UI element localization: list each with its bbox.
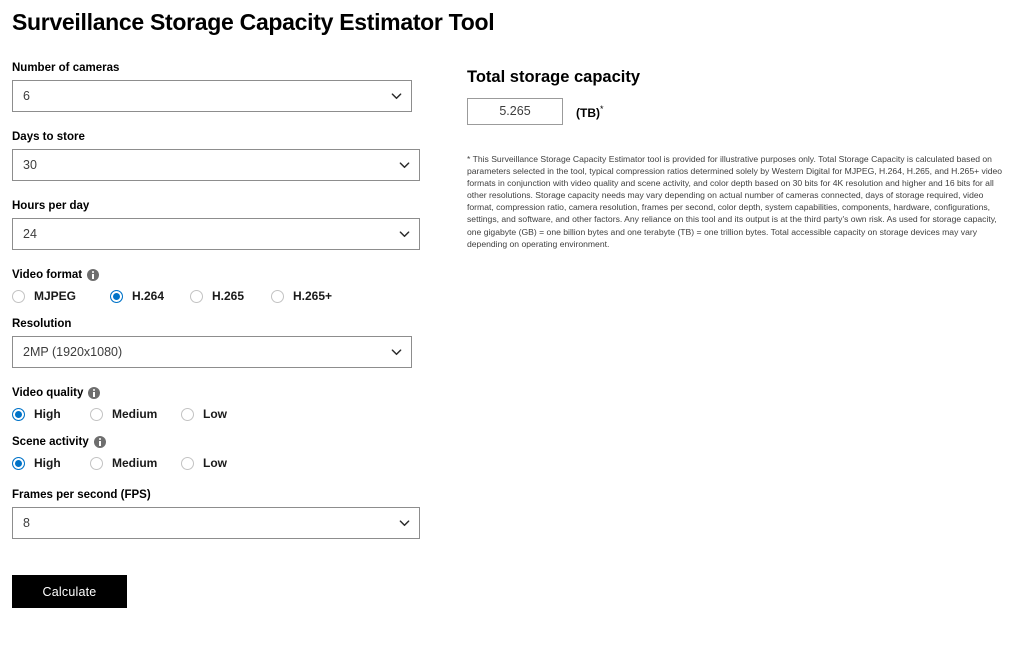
label-frames-per-second: Frames per second (FPS) bbox=[12, 488, 412, 502]
select-days-to-store[interactable]: 30 bbox=[12, 149, 420, 181]
radio-dot-selected[interactable] bbox=[12, 456, 25, 470]
field-video-quality: Video quality High Medium Low bbox=[12, 386, 412, 421]
select-hours-per-day[interactable]: 24 bbox=[12, 218, 420, 250]
select-frames-per-second[interactable]: 8 bbox=[12, 507, 420, 539]
info-icon[interactable] bbox=[87, 269, 100, 281]
radio-option-mjpeg[interactable]: MJPEG bbox=[12, 289, 110, 303]
radio-dot-selected[interactable] bbox=[110, 289, 123, 303]
chevron-down-icon bbox=[399, 160, 410, 171]
radio-dot[interactable] bbox=[181, 456, 194, 470]
radio-group-scene-activity: High Medium Low bbox=[12, 456, 412, 470]
field-resolution: Resolution 2MP (1920x1080) bbox=[12, 317, 412, 368]
calculate-button[interactable]: Calculate bbox=[12, 575, 127, 608]
field-days-to-store: Days to store 30 bbox=[12, 130, 420, 181]
disclaimer-text: * This Surveillance Storage Capacity Est… bbox=[467, 154, 1003, 249]
info-icon[interactable] bbox=[88, 387, 101, 399]
label-text: Resolution bbox=[12, 318, 72, 330]
result-panel: Total storage capacity 5.265 (TB)* * Thi… bbox=[412, 61, 1012, 250]
label-resolution: Resolution bbox=[12, 317, 412, 331]
field-hours-per-day: Hours per day 24 bbox=[12, 199, 420, 250]
radio-dot[interactable] bbox=[90, 456, 103, 470]
label-video-format: Video format bbox=[12, 268, 412, 282]
label-text: Video quality bbox=[12, 387, 84, 399]
chevron-down-icon bbox=[391, 91, 402, 102]
result-unit: (TB)* bbox=[576, 104, 604, 120]
radio-option-h265plus[interactable]: H.265+ bbox=[271, 289, 332, 303]
chevron-down-icon bbox=[399, 518, 410, 529]
radio-option-quality-high[interactable]: High bbox=[12, 407, 90, 421]
field-frames-per-second: Frames per second (FPS) 8 bbox=[12, 488, 420, 539]
label-video-quality: Video quality bbox=[12, 386, 412, 400]
select-number-of-cameras[interactable]: 6 bbox=[12, 80, 412, 112]
info-icon[interactable] bbox=[93, 436, 106, 448]
label-hours-per-day: Hours per day bbox=[12, 199, 412, 213]
radio-label: H.265+ bbox=[293, 289, 333, 303]
field-scene-activity: Scene activity High Medium Low bbox=[12, 435, 412, 470]
radio-group-video-quality: High Medium Low bbox=[12, 407, 412, 421]
radio-option-quality-medium[interactable]: Medium bbox=[90, 407, 181, 421]
radio-label: H.264 bbox=[132, 289, 165, 303]
radio-dot[interactable] bbox=[190, 289, 203, 303]
radio-option-quality-low[interactable]: Low bbox=[181, 407, 227, 421]
radio-dot[interactable] bbox=[181, 407, 194, 421]
radio-option-activity-high[interactable]: High bbox=[12, 456, 90, 470]
radio-dot[interactable] bbox=[12, 289, 25, 303]
radio-dot[interactable] bbox=[90, 407, 103, 421]
chevron-down-icon bbox=[391, 347, 402, 358]
estimator-form: Number of cameras 6 Days to store 30 Hou… bbox=[12, 61, 420, 608]
selected-value: 24 bbox=[23, 227, 37, 241]
label-text: Scene activity bbox=[12, 436, 89, 448]
label-text: Number of cameras bbox=[12, 62, 120, 74]
field-number-of-cameras: Number of cameras 6 bbox=[12, 61, 412, 112]
radio-label: High bbox=[34, 456, 61, 470]
radio-label: Medium bbox=[112, 407, 158, 421]
field-video-format: Video format MJPEG H.264 H.265 H.265+ bbox=[12, 268, 412, 303]
radio-option-h265[interactable]: H.265 bbox=[190, 289, 271, 303]
label-text: Hours per day bbox=[12, 200, 90, 212]
selected-value: 6 bbox=[23, 89, 30, 103]
label-text: Frames per second (FPS) bbox=[12, 489, 151, 501]
select-resolution[interactable]: 2MP (1920x1080) bbox=[12, 336, 412, 368]
storage-estimator-page: Surveillance Storage Capacity Estimator … bbox=[0, 7, 1024, 657]
radio-label: Low bbox=[203, 456, 227, 470]
radio-option-activity-medium[interactable]: Medium bbox=[90, 456, 181, 470]
label-text: Video format bbox=[12, 269, 83, 281]
radio-label: High bbox=[34, 407, 61, 421]
footnote-marker: * bbox=[600, 103, 604, 114]
radio-dot-selected[interactable] bbox=[12, 407, 25, 421]
radio-label: Medium bbox=[112, 456, 158, 470]
radio-label: MJPEG bbox=[34, 289, 77, 303]
label-number-of-cameras: Number of cameras bbox=[12, 61, 412, 75]
label-scene-activity: Scene activity bbox=[12, 435, 412, 449]
page-title: Surveillance Storage Capacity Estimator … bbox=[12, 9, 495, 35]
radio-option-h264[interactable]: H.264 bbox=[110, 289, 190, 303]
total-storage-capacity-value[interactable]: 5.265 bbox=[467, 98, 563, 125]
result-row: 5.265 (TB)* bbox=[467, 98, 1012, 125]
selected-value: 2MP (1920x1080) bbox=[23, 345, 123, 359]
radio-group-video-format: MJPEG H.264 H.265 H.265+ bbox=[12, 289, 412, 303]
content-columns: Number of cameras 6 Days to store 30 Hou… bbox=[12, 61, 1012, 608]
selected-value: 8 bbox=[23, 516, 30, 530]
chevron-down-icon bbox=[399, 229, 410, 240]
result-unit-text: (TB) bbox=[576, 105, 600, 120]
radio-label: Low bbox=[203, 407, 227, 421]
radio-label: H.265 bbox=[212, 289, 245, 303]
label-days-to-store: Days to store bbox=[12, 130, 412, 144]
radio-dot[interactable] bbox=[271, 289, 284, 303]
result-title: Total storage capacity bbox=[467, 68, 641, 86]
selected-value: 30 bbox=[23, 158, 37, 172]
radio-option-activity-low[interactable]: Low bbox=[181, 456, 227, 470]
label-text: Days to store bbox=[12, 131, 85, 143]
